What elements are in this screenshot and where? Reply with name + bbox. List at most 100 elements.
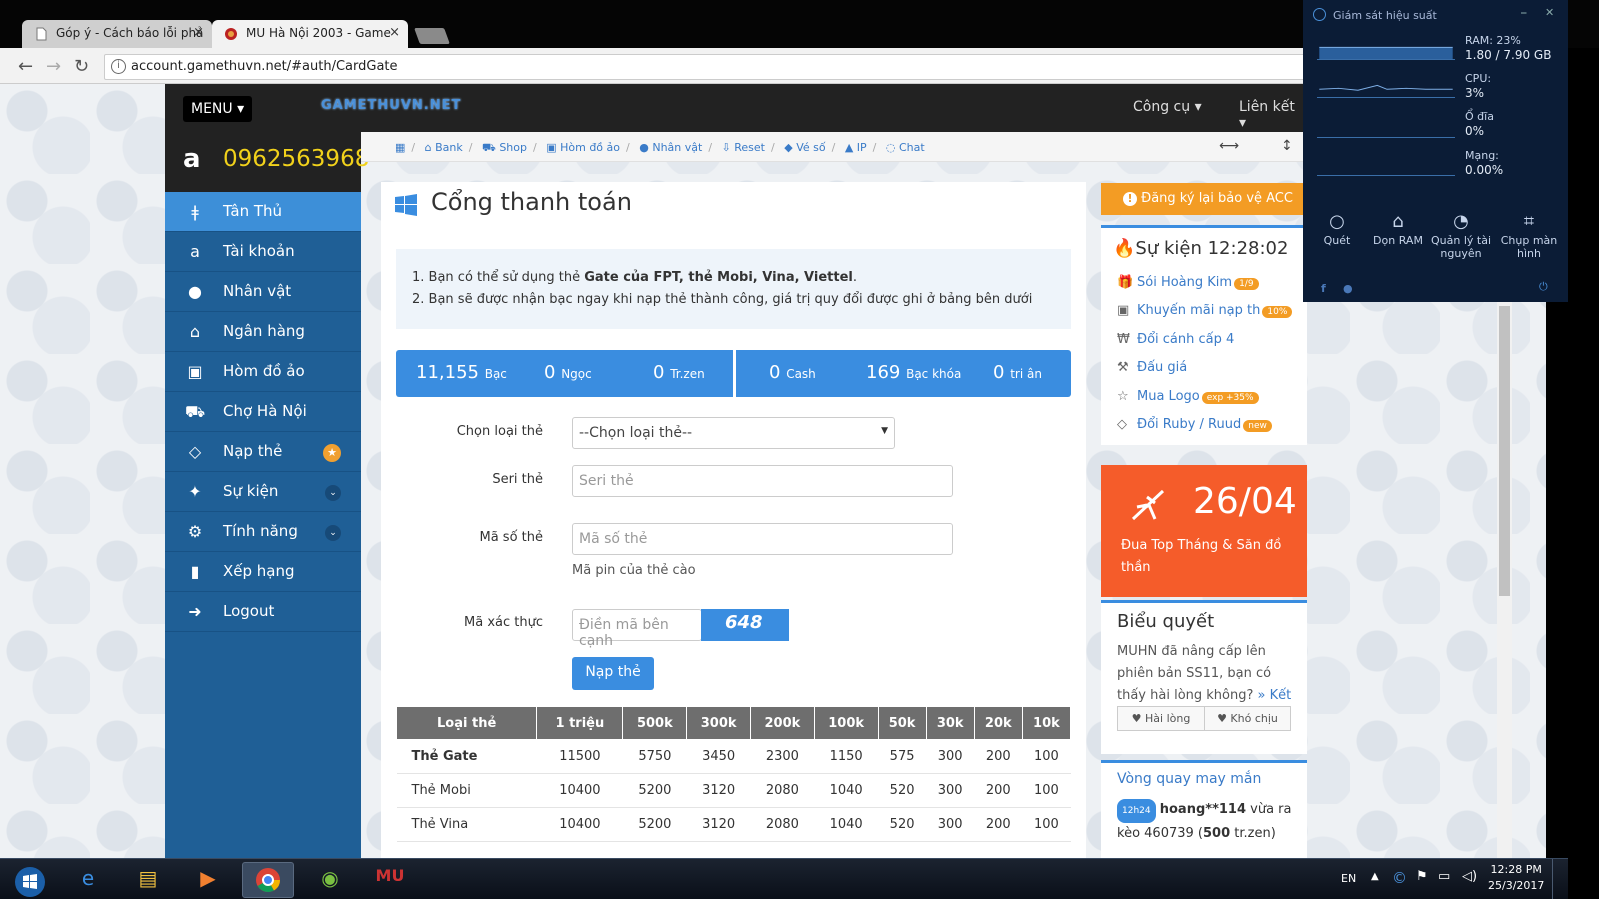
promo-banner[interactable]: 26/04 Đua Top Tháng & Săn đồ thần [1101,465,1307,597]
tray-expand-icon[interactable]: ▲ [1371,871,1379,882]
poll-no-button[interactable]: ♥ Khó chịu [1204,706,1291,731]
internet-explorer-icon[interactable]: e [62,862,114,898]
pin-input[interactable]: Mã số thẻ [572,523,953,555]
clock[interactable]: 12:28 PM 25/3/2017 [1488,862,1544,894]
event-item[interactable]: ☆ Mua Logo exp +35% [1117,389,1259,404]
chevron-down-icon[interactable]: ⌄ [325,525,341,541]
gears-icon: ⚙ [187,522,203,541]
scrollbar-thumb[interactable] [1499,306,1510,596]
calendar-icon[interactable]: ▦ [395,141,405,154]
breadcrumb-ip[interactable]: ▲ IP [845,141,867,154]
tool-label: Quét [1323,234,1351,247]
file-explorer-icon[interactable]: ▤ [122,862,174,898]
close-icon[interactable]: ✕ [1545,6,1554,19]
sidebar-item-nap-the[interactable]: ◇ Nạp thẻ ★ [165,432,361,472]
chevron-down-icon[interactable]: ⌄ [325,485,341,501]
expand-horizontal-icon[interactable]: ⟷ [1219,138,1239,154]
site-logo[interactable]: GAMETHUVN.NET [321,98,461,113]
scan-button[interactable]: ○ Quét [1307,213,1367,248]
sidebar-item-tinh-nang[interactable]: ⚙ Tính năng ⌄ [165,512,361,552]
screenshot-button[interactable]: ⌗ Chụp màn hình [1499,213,1559,261]
back-icon[interactable]: ← [18,56,33,77]
mu-game-icon[interactable]: MU [364,862,416,898]
captcha-image[interactable]: 648 [701,609,789,641]
sidebar-item-label: Xếp hạng [223,562,295,580]
event-item[interactable]: ⚒ Đấu giá [1117,360,1187,375]
close-tab-icon[interactable]: × [193,25,204,40]
breadcrumb-hom-do-ao[interactable]: ▣ Hòm đồ ảo [546,141,620,154]
breadcrumb-bank[interactable]: ⌂ Bank [425,141,463,154]
media-player-icon[interactable]: ▶ [182,862,234,898]
network-icon[interactable]: ▭ [1438,869,1450,884]
bank-icon: ⌂ [424,141,432,154]
captcha-input[interactable]: Điền mã bên cạnh [572,609,702,649]
breadcrumb-reset[interactable]: ⇩ Reset [722,141,765,154]
caret-down-icon: ▼ [881,426,888,436]
re-register-protection-button[interactable]: ! Đăng ký lại bảo vệ ACC [1101,183,1307,215]
sidebar-item-tai-khoan[interactable]: a Tài khoản [165,232,361,272]
table-cell: 520 [878,773,927,808]
hotline-number: 0962563968 [223,146,370,172]
start-button[interactable] [4,862,56,898]
coccoc-icon[interactable]: ◉ [304,862,356,898]
breadcrumb-nhan-vat[interactable]: ● Nhân vật [639,141,702,154]
site-info-icon[interactable]: i [111,59,126,74]
page-scrollbar[interactable] [1497,302,1512,858]
browser-tab-1[interactable]: Góp ý - Cách báo lỗi phả × [22,20,212,48]
table-cell: 300 [926,807,975,842]
event-item[interactable]: 🎁 Sói Hoàng Kim 1/9 [1117,275,1259,290]
poll-yes-button[interactable]: ♥ Hài lòng [1117,706,1205,731]
event-item[interactable]: ▣ Khuyến mãi nạp th 10% [1117,303,1293,318]
forward-icon[interactable]: → [46,56,61,77]
clean-ram-button[interactable]: ⌂ Dọn RAM [1368,213,1428,248]
lock-icon: ▲ [844,141,854,154]
event-item[interactable]: ◇ Đổi Ruby / Ruud new [1117,417,1272,432]
sidebar-item-xep-hang[interactable]: ▮ Xếp hạng [165,552,361,592]
sidebar-item-ngan-hang[interactable]: ⌂ Ngân hàng [165,312,361,352]
minimize-icon[interactable]: ⎯ [1521,6,1527,20]
table-cell: Thẻ Mobi [396,773,537,808]
expand-vertical-icon[interactable]: ↕ [1281,138,1293,154]
menu-button[interactable]: MENU ▾ [183,96,253,122]
resource-manager-button[interactable]: ◔ Quản lý tài nguyên [1431,213,1491,261]
breadcrumb-shop[interactable]: ⛟ Shop [482,141,527,154]
spin-text: tr.zen) [1230,826,1276,841]
close-tab-icon[interactable]: × [389,25,400,40]
table-header: 300k [686,706,752,740]
user-circle-icon[interactable]: ● [1343,282,1353,295]
show-desktop-button[interactable] [1552,859,1568,899]
sidebar-item-logout[interactable]: ➜ Logout [165,592,361,632]
sidebar-item-tan-thu[interactable]: ǂ Tân Thủ [165,192,361,232]
power-icon[interactable]: ⏻ [1539,280,1548,294]
spin-title[interactable]: Vòng quay may mắn [1117,771,1261,787]
breadcrumb-chat[interactable]: ◌ Chat [886,141,925,154]
tools-menu[interactable]: Công cụ ▾ [1133,99,1202,115]
facebook-icon[interactable]: f [1321,282,1326,295]
sidebar-item-hom-do-ao[interactable]: ▣ Hòm đồ ảo [165,352,361,392]
sidebar-item-su-kien[interactable]: ✦ Sự kiện ⌄ [165,472,361,512]
submit-card-button[interactable]: Nạp thẻ [572,657,654,690]
chrome-icon[interactable] [242,862,294,898]
monitor-tray-icon[interactable]: © [1392,869,1407,887]
serial-input[interactable]: Seri thẻ [572,465,953,497]
breadcrumb-ve-so[interactable]: ◆ Vé số [784,141,825,154]
stat-label: CPU: [1465,72,1492,85]
action-center-icon[interactable]: ⚑ [1416,869,1428,884]
info-text: . [852,270,857,285]
stat-value: 3% [1465,86,1485,100]
new-tab-button[interactable] [414,28,450,44]
sidebar-item-nhan-vat[interactable]: ● Nhân vật [165,272,361,312]
url-field[interactable]: i account.gamethuvn.net/#auth/CardGate [104,54,1324,80]
volume-icon[interactable]: ◁) [1462,869,1477,884]
card-type-select[interactable]: --Chọn loại thẻ-- ▼ [572,417,895,449]
breadcrumb-label: Vé số [796,141,826,154]
table-cell: 200 [974,773,1023,808]
event-badge: 1/9 [1234,278,1259,290]
language-indicator[interactable]: EN [1341,872,1356,885]
promo-date: 26/04 [1193,481,1297,522]
event-item[interactable]: ₩ Đổi cánh cấp 4 [1117,332,1234,347]
links-menu[interactable]: Liên kết ▾ [1239,99,1305,131]
sidebar-item-cho-ha-noi[interactable]: ⛟ Chợ Hà Nội [165,392,361,432]
reload-icon[interactable]: ↻ [74,56,89,77]
browser-tab-2[interactable]: MU Hà Nội 2003 - Game × [212,20,408,48]
